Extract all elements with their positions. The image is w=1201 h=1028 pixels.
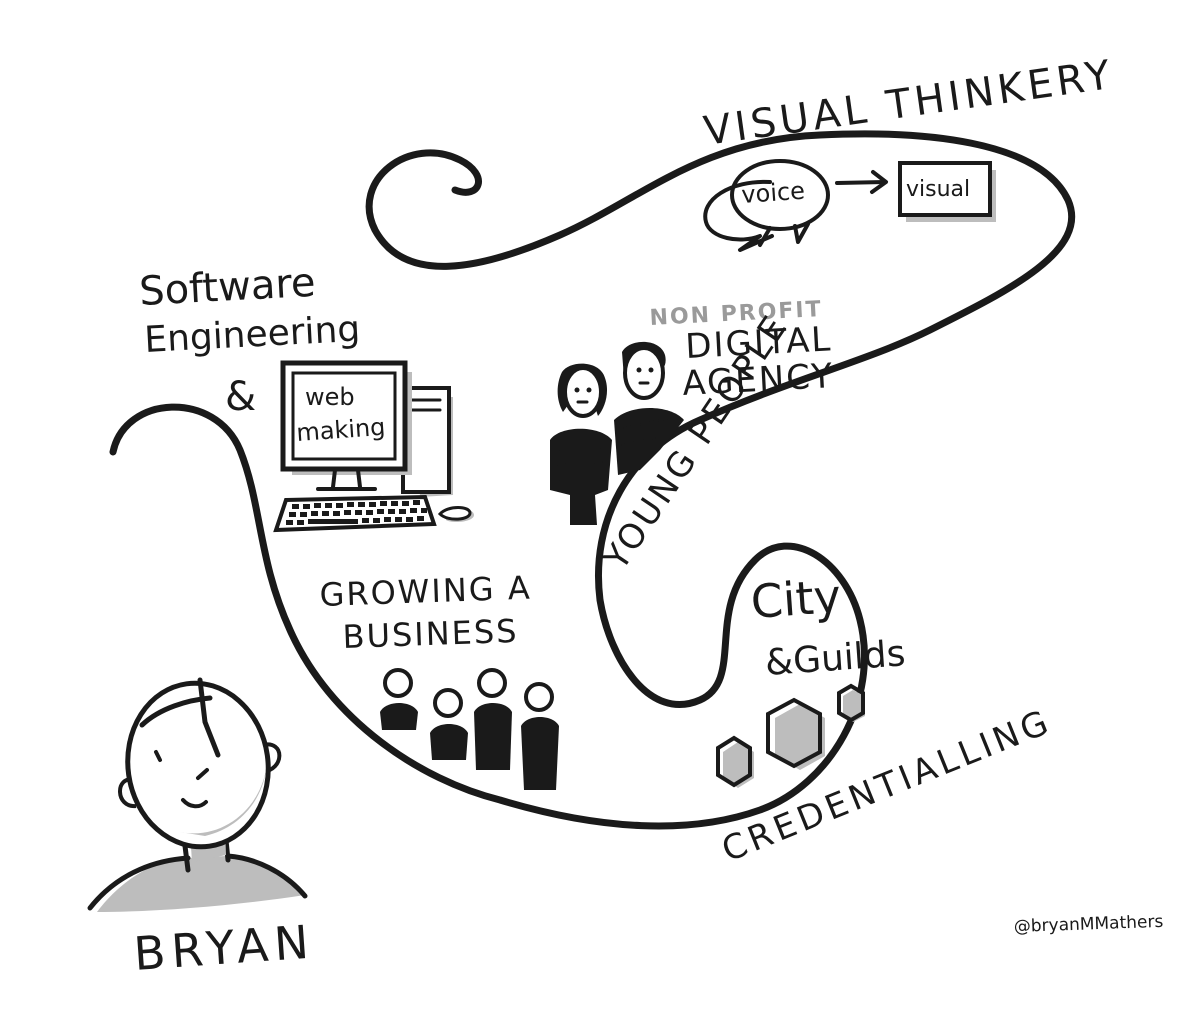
business-label: BUSINESS <box>342 612 519 656</box>
engineering-label: Engineering <box>143 309 361 361</box>
growing-label: GROWING A <box>319 569 532 614</box>
signature-label: @bryanMMathers <box>1013 912 1163 937</box>
team-of-people-icon <box>380 668 559 790</box>
visual-label: VISUAL THINKERY <box>701 52 1117 155</box>
visual-screen-label: visual <box>906 177 970 202</box>
ampersand-label: & <box>225 374 256 420</box>
web-label: web <box>305 383 355 411</box>
arrow-icon <box>835 170 888 194</box>
desktop-computer-icon: web making <box>273 360 474 533</box>
bryan-portrait-icon <box>87 677 308 912</box>
voice-label: voice <box>740 177 805 209</box>
bryan-label: BRYAN <box>132 914 316 980</box>
visual-thinkery-diagram: VISUAL THINKERY voice visual Software En… <box>0 0 1201 1028</box>
visual-screen-icon: visual <box>898 161 996 222</box>
visual-thinkery-heading: VISUAL THINKERY <box>701 52 1117 155</box>
sketch-drawing: VISUAL THINKERY voice visual Software En… <box>87 52 1164 981</box>
city-guilds-heading: City &Guilds <box>749 569 907 684</box>
guilds-label: &Guilds <box>764 633 907 684</box>
growing-business-heading: GROWING A BUSINESS <box>319 569 532 656</box>
software-label: Software <box>138 260 316 315</box>
city-label: City <box>749 569 843 629</box>
speech-bubbles-icon: voice <box>703 159 830 252</box>
